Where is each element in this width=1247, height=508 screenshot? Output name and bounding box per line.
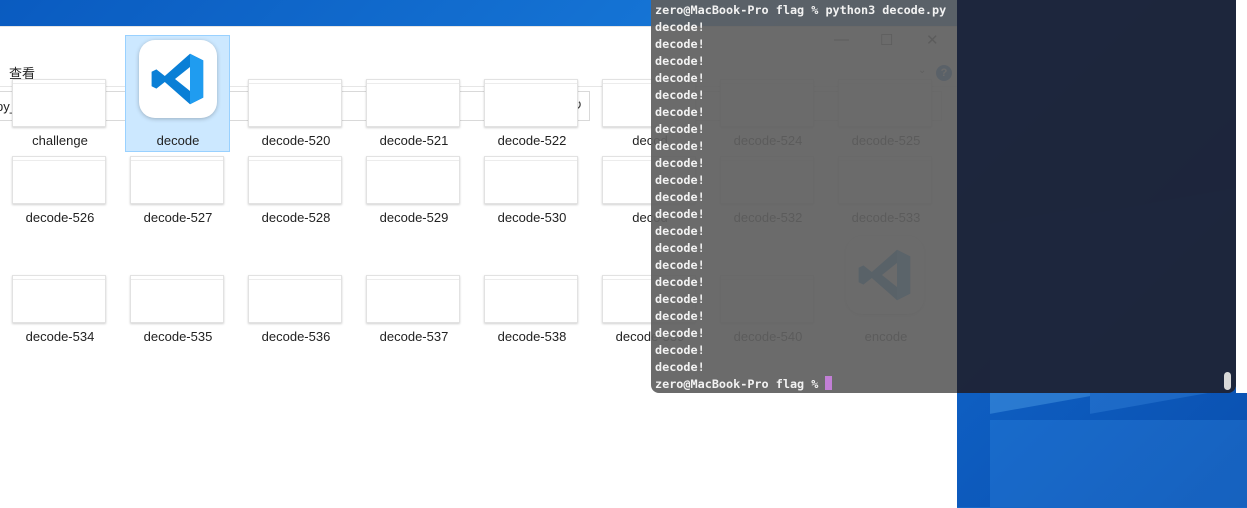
- cursor: [825, 376, 833, 390]
- terminal-line: decode!: [655, 258, 705, 272]
- terminal-window-dark-area: [957, 0, 1236, 393]
- file-thumbnail: [12, 156, 106, 204]
- terminal-line: decode!: [655, 71, 705, 85]
- terminal-line: decode!: [655, 275, 705, 289]
- file-thumbnail: [248, 275, 342, 323]
- terminal-line: decode!: [655, 54, 705, 68]
- file-thumbnail: [248, 156, 342, 204]
- file-name: decode-526: [25, 210, 95, 225]
- file-name: challenge: [32, 133, 88, 148]
- file-name: decode-537: [379, 329, 449, 344]
- terminal-line: decode!: [655, 190, 705, 204]
- terminal-line: decode!: [655, 37, 705, 51]
- file-name: decode-522: [497, 133, 567, 148]
- file-thumbnail: [484, 79, 578, 127]
- file-thumbnail: [12, 79, 106, 127]
- terminal-line: decode!: [655, 105, 705, 119]
- terminal-scrollbar[interactable]: [1224, 372, 1231, 390]
- terminal-line: decode!: [655, 360, 705, 374]
- file-thumbnail: [130, 275, 224, 323]
- file-name: decode-536: [261, 329, 331, 344]
- file-name: decode-538: [497, 329, 567, 344]
- window-edge: [1236, 0, 1247, 393]
- file-thumbnail: [484, 156, 578, 204]
- terminal-line: decode!: [655, 207, 705, 221]
- vscode-icon: [151, 53, 204, 105]
- terminal-line: decode!: [655, 156, 705, 170]
- terminal-line: decode!: [655, 326, 705, 340]
- terminal-line: decode!: [655, 173, 705, 187]
- file-name: decode-529: [379, 210, 449, 225]
- terminal-line: decode!: [655, 88, 705, 102]
- file-thumbnail: [139, 40, 217, 118]
- file-thumbnail: [130, 156, 224, 204]
- terminal-line: decode!: [655, 122, 705, 136]
- wallpaper-light: [990, 420, 1247, 507]
- file-name: decode-534: [25, 329, 95, 344]
- file-name: decode-535: [143, 329, 213, 344]
- terminal-line: decode!: [655, 343, 705, 357]
- file-name: decode: [156, 133, 200, 148]
- file-name: decode-527: [143, 210, 213, 225]
- terminal-line: decode!: [655, 139, 705, 153]
- file-thumbnail: [248, 79, 342, 127]
- terminal-line: decode!: [655, 309, 705, 323]
- file-name: decode-520: [261, 133, 331, 148]
- terminal-line: zero@MacBook-Pro flag % python3 decode.p…: [655, 3, 947, 17]
- file-name: decode-521: [379, 133, 449, 148]
- terminal-line: decode!: [655, 20, 705, 34]
- terminal-prompt[interactable]: zero@MacBook-Pro flag %: [655, 376, 946, 393]
- file-thumbnail: [366, 275, 460, 323]
- prompt-text: zero@MacBook-Pro flag %: [655, 377, 826, 391]
- file-name: decode-528: [261, 210, 331, 225]
- terminal-line: decode!: [655, 292, 705, 306]
- file-thumbnail: [484, 275, 578, 323]
- terminal-line: decode!: [655, 224, 705, 238]
- terminal-line: decode!: [655, 241, 705, 255]
- file-name: decode-530: [497, 210, 567, 225]
- file-thumbnail: [12, 275, 106, 323]
- terminal-output: zero@MacBook-Pro flag % python3 decode.p…: [655, 2, 946, 393]
- file-thumbnail: [366, 79, 460, 127]
- file-thumbnail: [366, 156, 460, 204]
